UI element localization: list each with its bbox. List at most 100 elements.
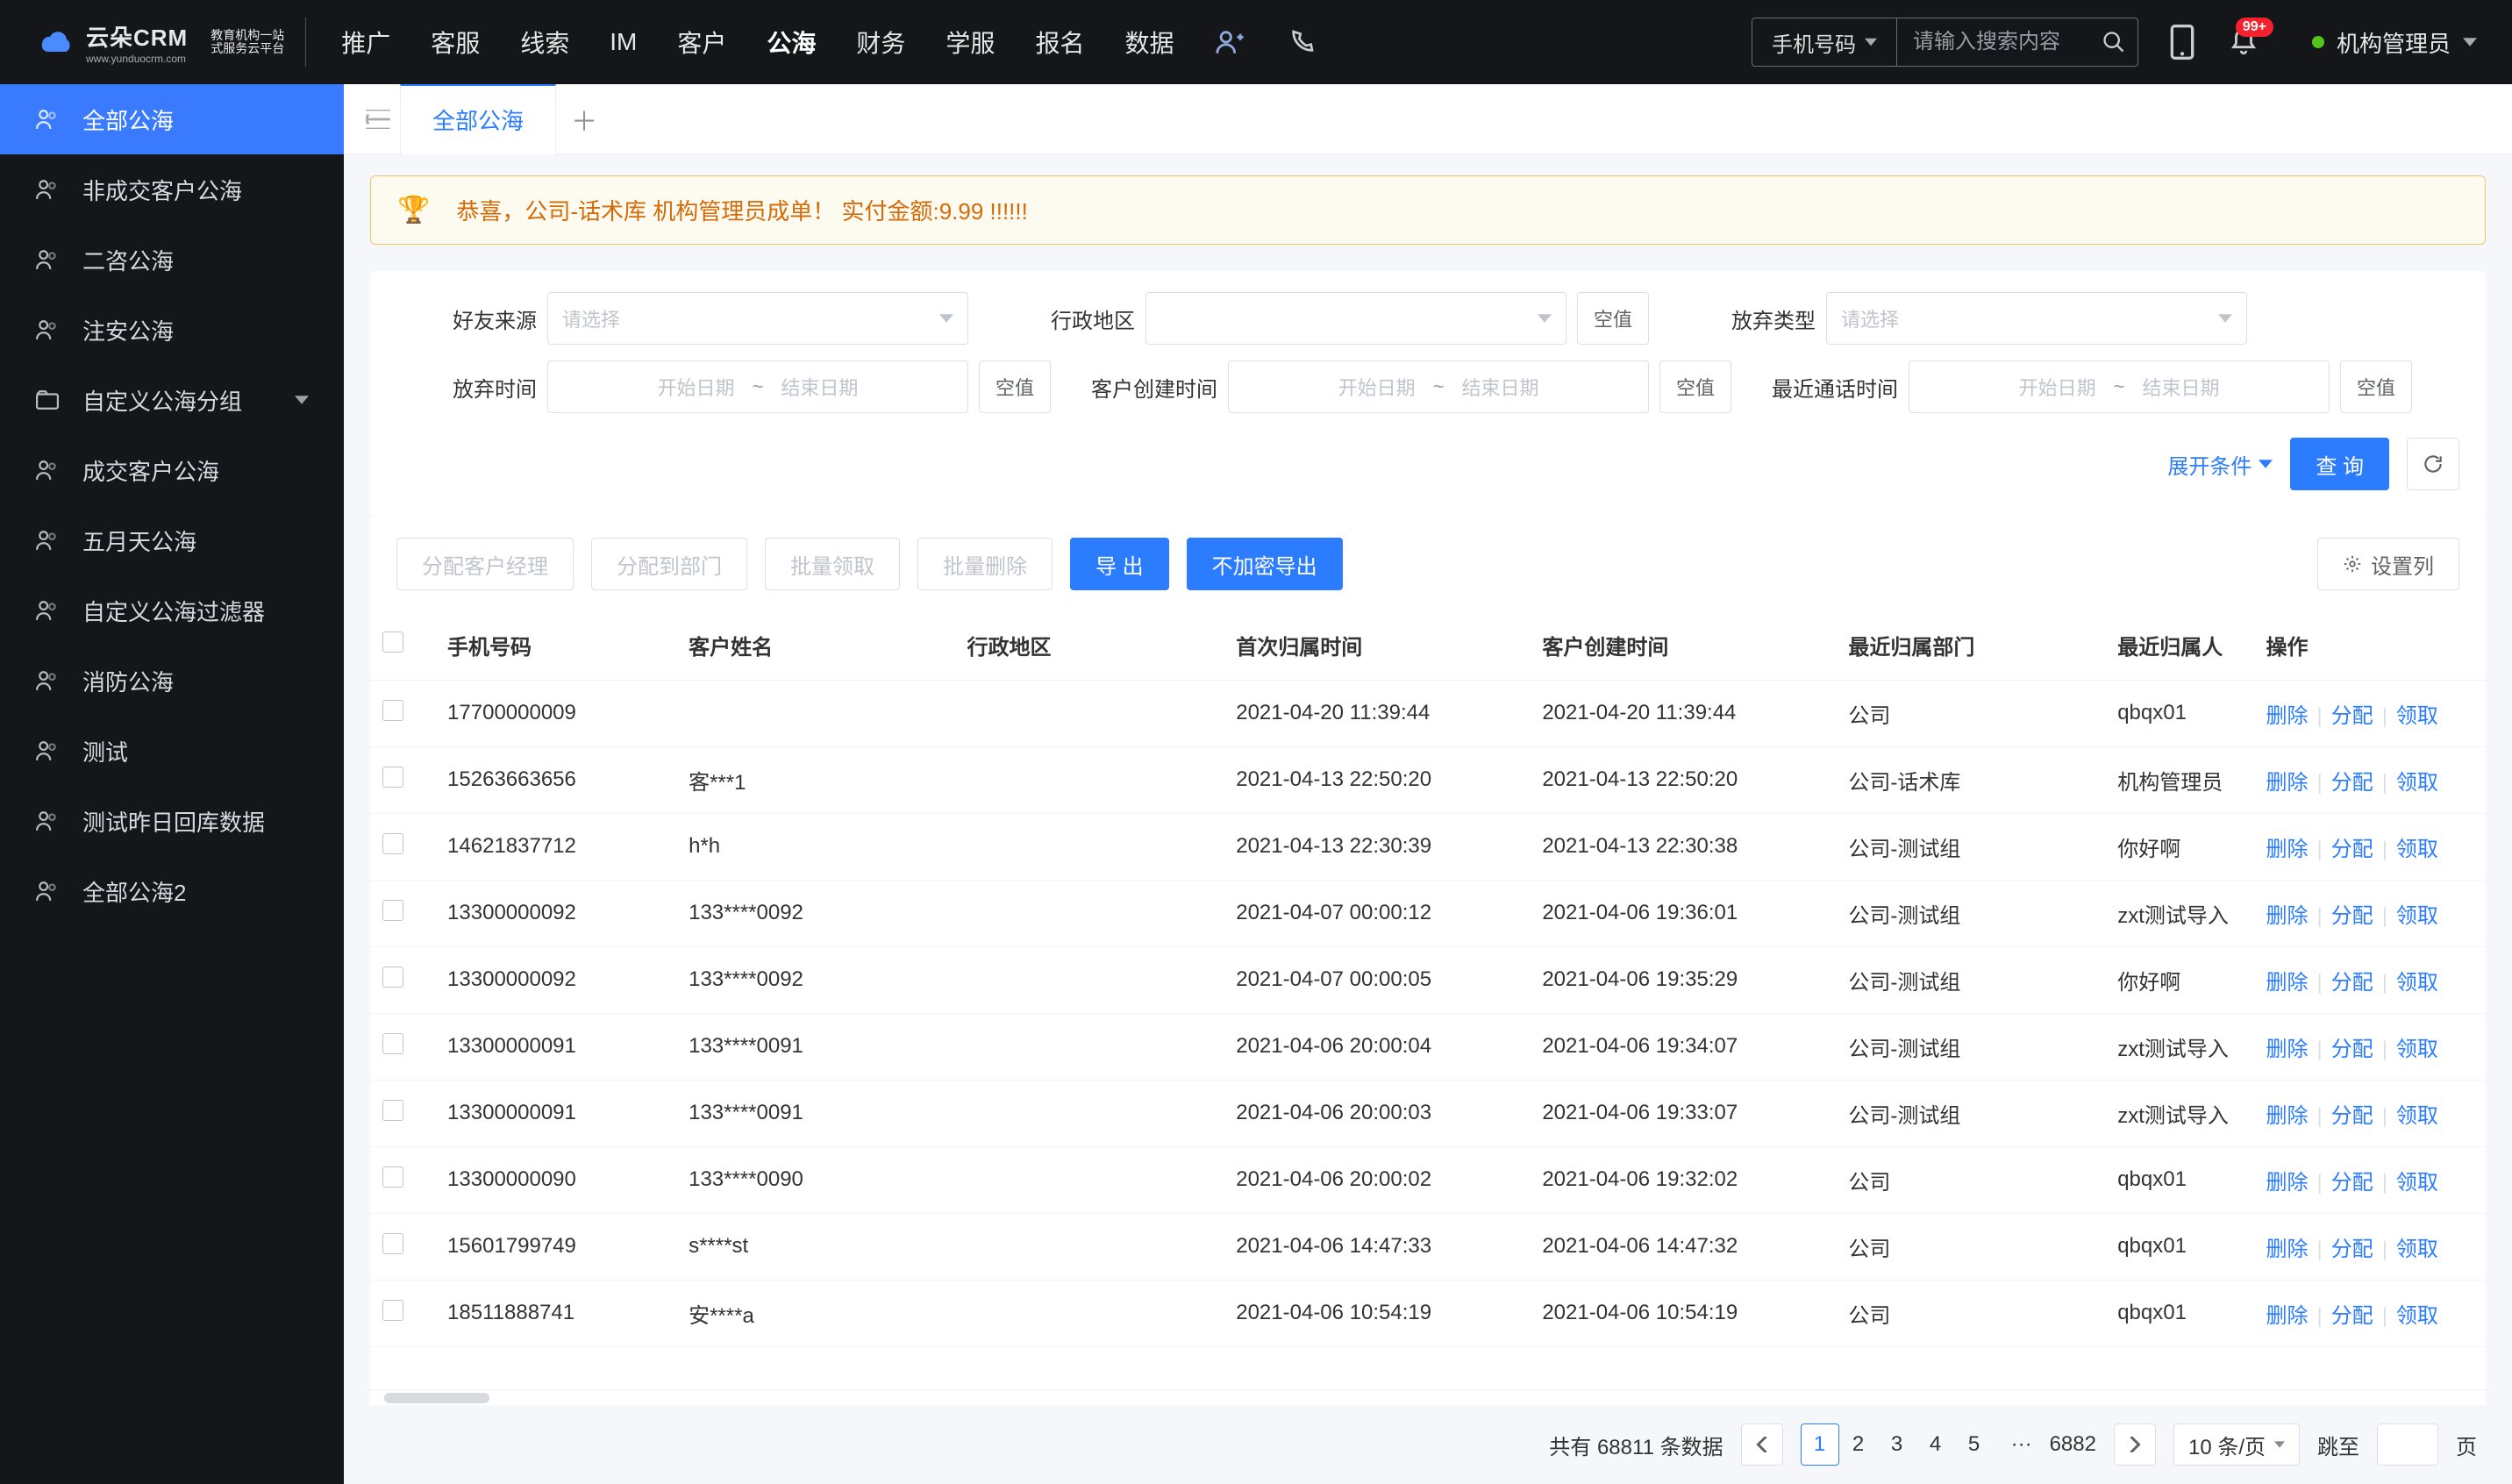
filter-放弃类型-select[interactable]: 请选择 [1826, 292, 2247, 345]
prev-page-button[interactable] [1741, 1423, 1783, 1466]
row-delete-link[interactable]: 删除 [2266, 971, 2308, 995]
nav-公海[interactable]: 公海 [767, 25, 816, 60]
row-delete-link[interactable]: 删除 [2266, 1238, 2308, 1261]
sidebar-item-全部公海[interactable]: 全部公海 [0, 84, 344, 154]
assign-dept-button[interactable]: 分配到部门 [591, 538, 747, 590]
nav-财务[interactable]: 财务 [856, 25, 905, 60]
row-checkbox[interactable] [370, 813, 435, 880]
row-assign-link[interactable]: 分配 [2331, 1171, 2373, 1195]
user-menu[interactable]: 机构管理员 [2287, 26, 2477, 59]
sidebar-item-非成交客户公海[interactable]: 非成交客户公海 [0, 154, 344, 225]
page-size-select[interactable]: 10 条/页 [2173, 1423, 2300, 1466]
row-claim-link[interactable]: 领取 [2396, 704, 2438, 728]
row-checkbox[interactable] [370, 946, 435, 1013]
jump-page-input[interactable] [2377, 1423, 2438, 1466]
export-plain-button[interactable]: 不加密导出 [1187, 538, 1343, 590]
row-checkbox[interactable] [370, 680, 435, 746]
logo[interactable]: 云朵CRM www.yunduocrm.com 教育机构一站 式服务云平台 [0, 18, 306, 67]
row-delete-link[interactable]: 删除 [2266, 904, 2308, 928]
next-page-button[interactable] [2114, 1423, 2156, 1466]
row-claim-link[interactable]: 领取 [2396, 771, 2438, 795]
columns-setting-button[interactable]: 设置列 [2317, 538, 2459, 590]
row-assign-link[interactable]: 分配 [2331, 771, 2373, 795]
nav-数据[interactable]: 数据 [1124, 25, 1174, 60]
last-page-button[interactable]: 6882 [2050, 1423, 2096, 1466]
filter-客户创建时间-daterange[interactable]: 开始日期~结束日期 [1228, 360, 1649, 413]
batch-delete-button[interactable]: 批量删除 [917, 538, 1053, 590]
row-assign-link[interactable]: 分配 [2331, 1238, 2373, 1261]
search-input[interactable] [1897, 18, 2090, 66]
row-claim-link[interactable]: 领取 [2396, 838, 2438, 861]
filter-放弃时间-daterange[interactable]: 开始日期~结束日期 [547, 360, 968, 413]
assign-manager-button[interactable]: 分配客户经理 [396, 538, 574, 590]
tab-collapse-button[interactable] [356, 110, 400, 129]
page-5[interactable]: 5 [1955, 1423, 1994, 1466]
row-claim-link[interactable]: 领取 [2396, 1104, 2438, 1128]
row-claim-link[interactable]: 领取 [2396, 1171, 2438, 1195]
filter-好友来源-select[interactable]: 请选择 [547, 292, 968, 345]
batch-claim-button[interactable]: 批量领取 [765, 538, 900, 590]
row-assign-link[interactable]: 分配 [2331, 1104, 2373, 1128]
row-checkbox[interactable] [370, 1280, 435, 1346]
tab-all-pool[interactable]: 全部公海 [400, 84, 556, 154]
nav-客户[interactable]: 客户 [677, 25, 726, 60]
filter-最近通话时间-daterange[interactable]: 开始日期~结束日期 [1909, 360, 2330, 413]
sidebar-item-注安公海[interactable]: 注安公海 [0, 295, 344, 365]
search-type-select[interactable]: 手机号码 [1752, 18, 1897, 66]
row-assign-link[interactable]: 分配 [2331, 904, 2373, 928]
sidebar-item-自定义公海分组[interactable]: 自定义公海分组 [0, 365, 344, 435]
row-claim-link[interactable]: 领取 [2396, 971, 2438, 995]
row-checkbox[interactable] [370, 1146, 435, 1213]
filter-放弃时间-null-button[interactable]: 空值 [979, 360, 1051, 413]
row-assign-link[interactable]: 分配 [2331, 1304, 2373, 1328]
sidebar-item-测试昨日回库数据[interactable]: 测试昨日回库数据 [0, 786, 344, 856]
nav-线索[interactable]: 线索 [520, 25, 569, 60]
nav-学服[interactable]: 学服 [946, 25, 995, 60]
search-button[interactable] [2090, 30, 2137, 54]
row-delete-link[interactable]: 删除 [2266, 771, 2308, 795]
row-assign-link[interactable]: 分配 [2331, 971, 2373, 995]
row-assign-link[interactable]: 分配 [2331, 838, 2373, 861]
page-1[interactable]: 1 [1801, 1423, 1839, 1466]
nav-客服[interactable]: 客服 [431, 25, 480, 60]
row-claim-link[interactable]: 领取 [2396, 1038, 2438, 1061]
page-2[interactable]: 2 [1839, 1423, 1878, 1466]
sidebar-item-测试[interactable]: 测试 [0, 716, 344, 786]
page-4[interactable]: 4 [1916, 1423, 1955, 1466]
row-checkbox[interactable] [370, 746, 435, 813]
sidebar-item-消防公海[interactable]: 消防公海 [0, 646, 344, 716]
refresh-button[interactable] [2407, 438, 2459, 490]
nav-报名[interactable]: 报名 [1035, 25, 1084, 60]
export-button[interactable]: 导 出 [1070, 538, 1169, 590]
row-checkbox[interactable] [370, 880, 435, 946]
row-checkbox[interactable] [370, 1213, 435, 1280]
filter-最近通话时间-null-button[interactable]: 空值 [2340, 360, 2412, 413]
sidebar-item-五月天公海[interactable]: 五月天公海 [0, 505, 344, 575]
row-delete-link[interactable]: 删除 [2266, 704, 2308, 728]
row-delete-link[interactable]: 删除 [2266, 838, 2308, 861]
nav-IM[interactable]: IM [610, 28, 637, 56]
row-delete-link[interactable]: 删除 [2266, 1171, 2308, 1195]
select-all-header[interactable] [370, 611, 435, 680]
sidebar-item-自定义公海过滤器[interactable]: 自定义公海过滤器 [0, 575, 344, 646]
notification-button[interactable]: 99+ [2226, 25, 2261, 60]
add-user-icon[interactable] [1214, 26, 1245, 58]
row-delete-link[interactable]: 删除 [2266, 1104, 2308, 1128]
row-checkbox[interactable] [370, 1013, 435, 1080]
row-claim-link[interactable]: 领取 [2396, 1304, 2438, 1328]
phone-icon[interactable] [1286, 26, 1317, 58]
sidebar-item-二咨公海[interactable]: 二咨公海 [0, 225, 344, 295]
page-3[interactable]: 3 [1878, 1423, 1916, 1466]
row-delete-link[interactable]: 删除 [2266, 1304, 2308, 1328]
tab-add-button[interactable]: ＋ [556, 100, 612, 139]
row-assign-link[interactable]: 分配 [2331, 1038, 2373, 1061]
nav-推广[interactable]: 推广 [341, 25, 390, 60]
mobile-button[interactable] [2165, 25, 2200, 60]
expand-filters-link[interactable]: 展开条件 [2167, 449, 2273, 480]
row-claim-link[interactable]: 领取 [2396, 904, 2438, 928]
row-delete-link[interactable]: 删除 [2266, 1038, 2308, 1061]
filter-客户创建时间-null-button[interactable]: 空值 [1659, 360, 1731, 413]
filter-行政地区-select[interactable] [1145, 292, 1566, 345]
row-assign-link[interactable]: 分配 [2331, 704, 2373, 728]
sidebar-item-成交客户公海[interactable]: 成交客户公海 [0, 435, 344, 505]
